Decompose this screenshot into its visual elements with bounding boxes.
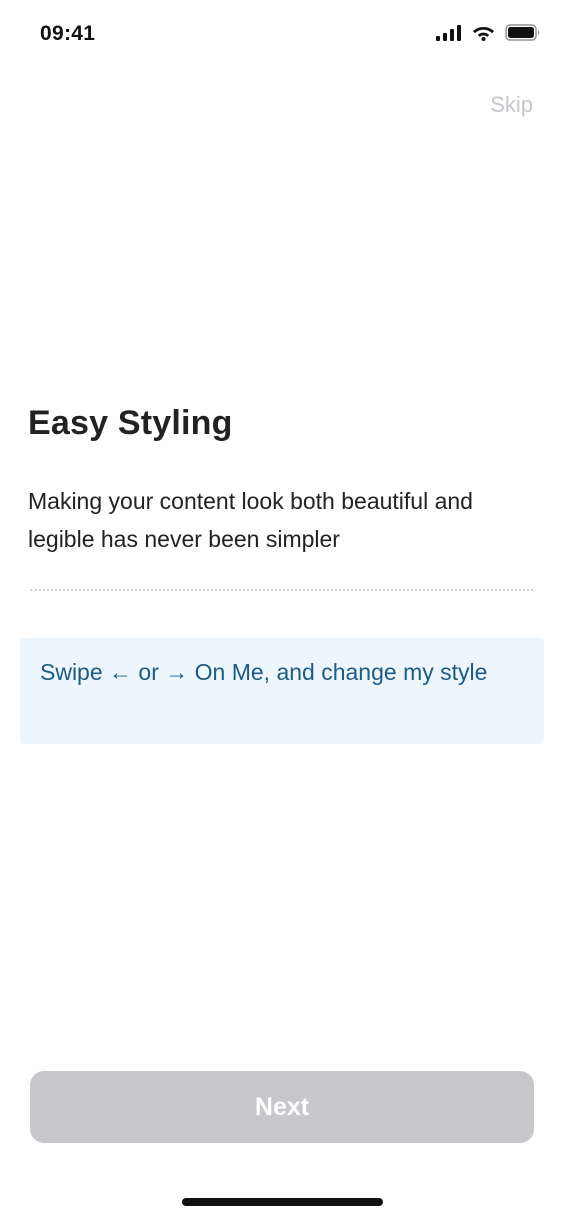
dotted-divider [30,589,533,591]
status-icons [436,24,541,41]
battery-icon [505,24,541,41]
onboarding-screen: 09:41 Skip Easy Styling Making your cont… [0,0,563,1218]
signal-icon [436,24,462,41]
page-subtitle: Making your content look both beautiful … [28,488,473,552]
next-button[interactable]: Next [30,1071,534,1143]
skip-button[interactable]: Skip [490,92,533,118]
home-indicator[interactable] [182,1198,383,1206]
swipe-hint-text: Swipe ← or → On Me, and change my style [40,659,488,685]
wifi-icon [472,24,495,41]
status-time: 09:41 [40,22,96,45]
status-bar: 09:41 [0,0,563,70]
page-title: Easy Styling [28,404,233,442]
swipe-style-card[interactable]: Swipe ← or → On Me, and change my style [20,638,544,744]
